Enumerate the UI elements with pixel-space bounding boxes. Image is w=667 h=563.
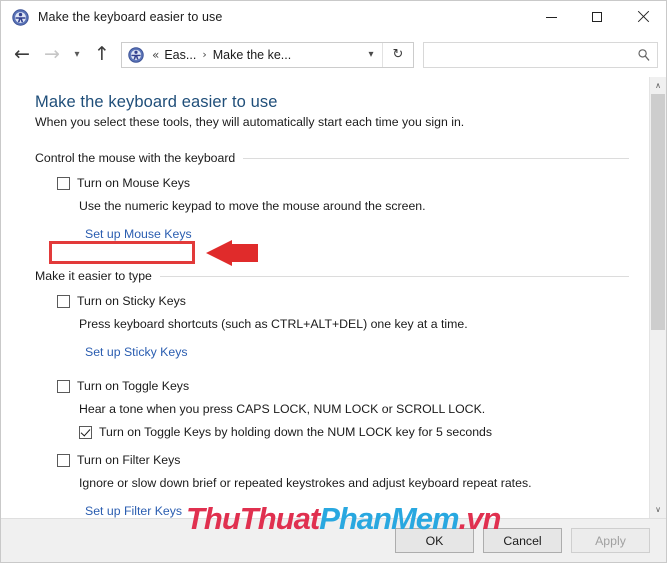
- checkbox-label-toggle-keys-numlock: Turn on Toggle Keys by holding down the …: [99, 425, 493, 439]
- group-control-mouse-with-keyboard: Control the mouse with the keyboard Turn…: [35, 151, 629, 243]
- settings-panel: Make the keyboard easier to use When you…: [1, 77, 649, 518]
- link-set-up-sticky-keys[interactable]: Set up Sticky Keys: [85, 345, 188, 359]
- forward-arrow-icon: →: [44, 43, 60, 65]
- description-mouse-keys: Use the numeric keypad to move the mouse…: [79, 199, 426, 213]
- checkbox-label-mouse-keys: Turn on Mouse Keys: [77, 176, 191, 190]
- link-set-up-mouse-keys[interactable]: Set up Mouse Keys: [85, 227, 192, 241]
- window-controls: [528, 1, 666, 33]
- group-divider: [159, 275, 629, 277]
- search-icon: [631, 48, 657, 62]
- back-arrow-icon: ←: [14, 43, 30, 65]
- group-heading: Control the mouse with the keyboard: [35, 151, 629, 165]
- scroll-down-button[interactable]: ∨: [650, 501, 666, 518]
- minimize-button[interactable]: [528, 1, 574, 33]
- maximize-icon: [592, 12, 602, 22]
- scrollbar-thumb[interactable]: [651, 94, 665, 331]
- checkbox-row-toggle-keys-numlock[interactable]: Turn on Toggle Keys by holding down the …: [79, 425, 629, 439]
- checkbox-toggle-keys-numlock-hold[interactable]: [79, 425, 92, 439]
- up-level-button[interactable]: ↑: [87, 40, 117, 70]
- group-heading: Make it easier to type: [35, 269, 629, 283]
- navigation-bar: ← → ▾ ↑ « Eas... › Make the ke... ▾ ↻: [1, 33, 666, 76]
- up-arrow-icon: ↑: [94, 43, 110, 65]
- chevron-down-icon: ▾: [74, 49, 80, 60]
- breadcrumb-separator-icon: ›: [202, 48, 207, 61]
- breadcrumb-item-ease-of-access[interactable]: Eas...: [163, 48, 197, 62]
- checkbox-row-toggle-keys[interactable]: Turn on Toggle Keys: [57, 379, 629, 393]
- dialog-button-bar: OK Cancel Apply: [1, 518, 666, 562]
- scroll-up-button[interactable]: ∧: [650, 77, 666, 94]
- description-sticky-keys: Press keyboard shortcuts (such as CTRL+A…: [79, 317, 468, 331]
- checkbox-label-filter-keys: Turn on Filter Keys: [77, 453, 181, 467]
- minimize-icon: [545, 16, 557, 18]
- back-button[interactable]: ←: [7, 40, 37, 70]
- ease-of-access-icon: [12, 8, 29, 26]
- group-make-it-easier-to-type: Make it easier to type Turn on Sticky Ke…: [35, 269, 629, 518]
- group-heading-label: Control the mouse with the keyboard: [35, 151, 236, 165]
- checkbox-turn-on-filter-keys[interactable]: [57, 453, 70, 467]
- chevron-down-icon: ▾: [368, 49, 374, 60]
- description-toggle-keys: Hear a tone when you press CAPS LOCK, NU…: [79, 402, 486, 416]
- vertical-scrollbar[interactable]: ∧ ∨: [649, 77, 666, 518]
- refresh-button[interactable]: ↻: [382, 42, 413, 67]
- checkbox-label-toggle-keys: Turn on Toggle Keys: [77, 379, 190, 393]
- checkbox-row-mouse-keys[interactable]: Turn on Mouse Keys: [57, 176, 629, 190]
- search-input[interactable]: [424, 47, 631, 62]
- scrollbar-track[interactable]: [650, 94, 666, 501]
- page-subtitle: When you select these tools, they will a…: [35, 115, 465, 129]
- description-filter-keys: Ignore or slow down brief or repeated ke…: [79, 476, 532, 490]
- breadcrumb: « Eas... › Make the ke...: [150, 48, 360, 62]
- checkbox-turn-on-mouse-keys[interactable]: [57, 176, 70, 190]
- address-ease-of-access-icon: [128, 46, 144, 63]
- page-title: Make the keyboard easier to use: [35, 93, 278, 111]
- address-bar[interactable]: « Eas... › Make the ke... ▾ ↻: [121, 41, 414, 68]
- breadcrumb-overflow-icon[interactable]: «: [150, 48, 163, 62]
- forward-button[interactable]: →: [37, 40, 67, 70]
- content-area: Make the keyboard easier to use When you…: [1, 76, 666, 518]
- search-box[interactable]: [423, 41, 658, 68]
- close-icon: [637, 11, 649, 23]
- checkbox-row-filter-keys[interactable]: Turn on Filter Keys: [57, 453, 629, 467]
- group-heading-label: Make it easier to type: [35, 269, 152, 283]
- checkbox-turn-on-toggle-keys[interactable]: [57, 379, 70, 393]
- checkbox-turn-on-sticky-keys[interactable]: [57, 294, 70, 308]
- ok-button[interactable]: OK: [395, 528, 474, 553]
- apply-button[interactable]: Apply: [571, 528, 650, 553]
- address-dropdown-button[interactable]: ▾: [360, 49, 382, 60]
- checkbox-row-sticky-keys[interactable]: Turn on Sticky Keys: [57, 294, 629, 308]
- cancel-button[interactable]: Cancel: [483, 528, 562, 553]
- title-bar: Make the keyboard easier to use: [1, 1, 666, 33]
- refresh-icon: ↻: [392, 47, 404, 62]
- link-set-up-filter-keys[interactable]: Set up Filter Keys: [85, 504, 182, 518]
- close-button[interactable]: [620, 1, 666, 33]
- group-divider: [243, 157, 629, 159]
- recent-locations-button[interactable]: ▾: [67, 40, 87, 70]
- window-title: Make the keyboard easier to use: [38, 10, 223, 24]
- control-panel-window: Make the keyboard easier to use ← → ▾ ↑: [0, 0, 667, 563]
- breadcrumb-item-current[interactable]: Make the ke...: [212, 48, 293, 62]
- maximize-button[interactable]: [574, 1, 620, 33]
- checkbox-label-sticky-keys: Turn on Sticky Keys: [77, 294, 186, 308]
